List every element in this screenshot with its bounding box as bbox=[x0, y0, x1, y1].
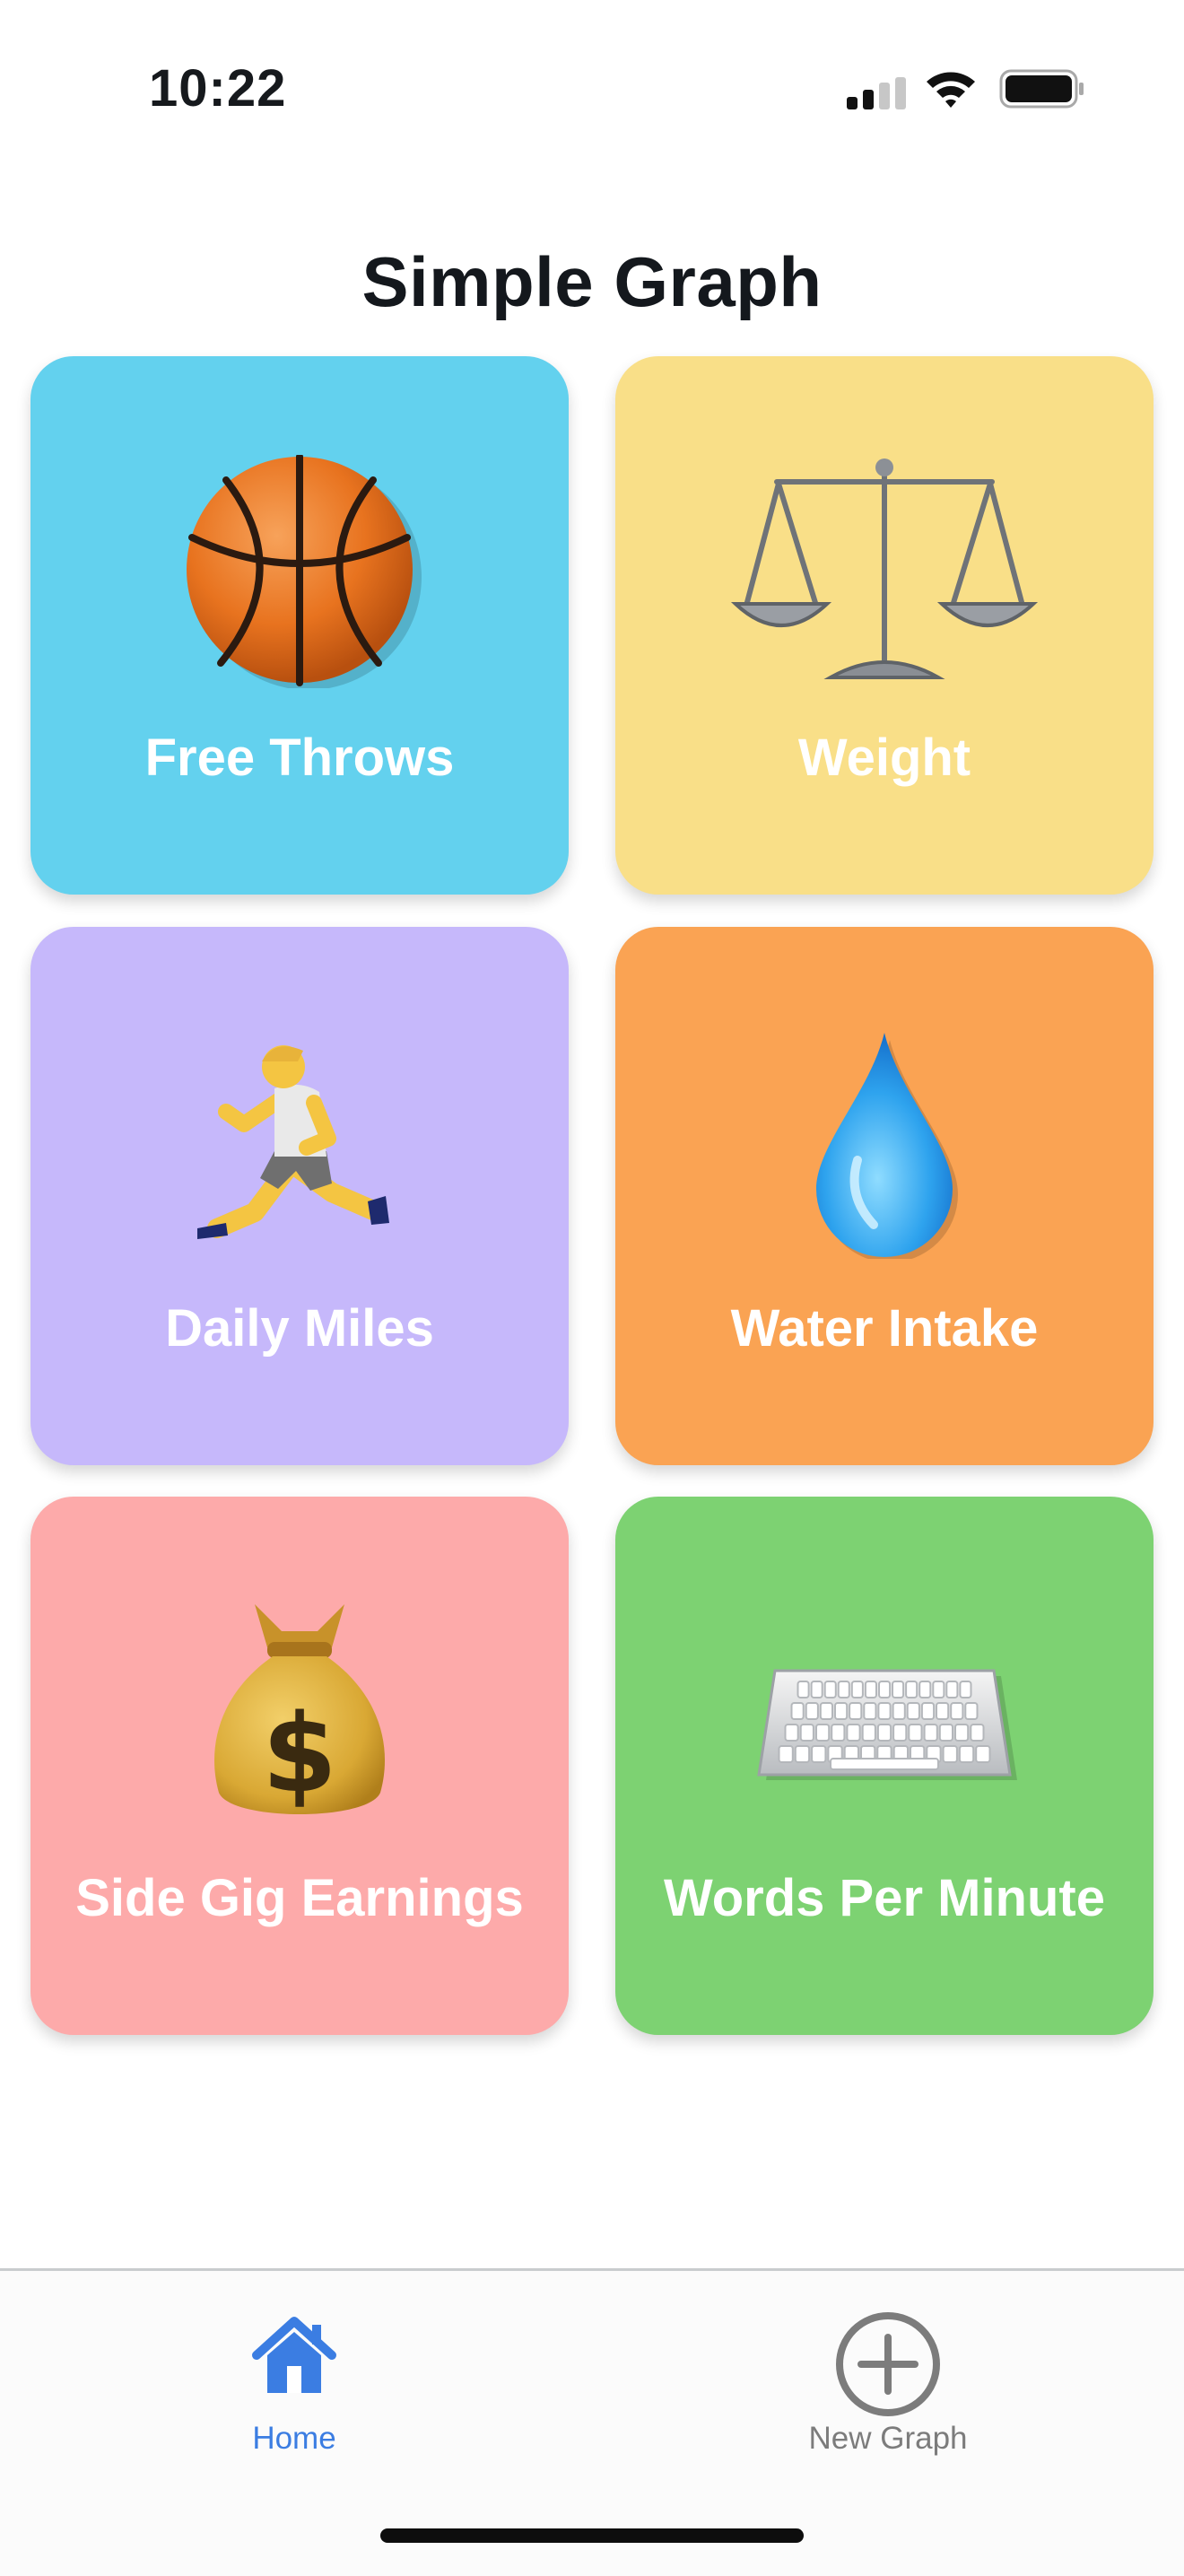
tile-label: Daily Miles bbox=[165, 1299, 434, 1358]
battery-icon bbox=[999, 69, 1084, 109]
keyboard-key bbox=[932, 1681, 945, 1698]
keyboard-key bbox=[938, 1724, 953, 1742]
keyboard-key bbox=[810, 1681, 823, 1698]
keyboard-key bbox=[784, 1724, 799, 1742]
keyboard-key bbox=[936, 1702, 950, 1720]
keyboard-key bbox=[958, 1745, 975, 1763]
keyboard-key bbox=[942, 1745, 958, 1763]
keyboard-icon bbox=[757, 1669, 1017, 1780]
graph-tile-side-gig-earnings[interactable]: $ Side Gig Earnings bbox=[30, 1497, 569, 2035]
keyboard-key bbox=[797, 1681, 810, 1698]
keyboard-key bbox=[805, 1702, 819, 1720]
house-icon bbox=[252, 2317, 336, 2393]
keyboard-key bbox=[849, 1702, 863, 1720]
keyboard-key bbox=[892, 1702, 906, 1720]
page-title: Simple Graph bbox=[361, 242, 823, 321]
keyboard-key bbox=[811, 1745, 827, 1763]
keyboard-key bbox=[799, 1724, 814, 1742]
keyboard-key bbox=[959, 1681, 972, 1698]
wifi-icon bbox=[927, 72, 975, 108]
runner-icon bbox=[197, 1045, 389, 1239]
keyboard-key bbox=[923, 1724, 938, 1742]
keyboard-key bbox=[794, 1745, 811, 1763]
graph-tile-words-per-minute[interactable]: Words Per Minute bbox=[615, 1497, 1154, 2035]
keyboard-key bbox=[819, 1702, 834, 1720]
keyboard-key bbox=[877, 1702, 892, 1720]
keyboard-key bbox=[778, 1745, 794, 1763]
keyboard-key bbox=[918, 1681, 932, 1698]
keyboard-key bbox=[876, 1724, 892, 1742]
keyboard-key bbox=[975, 1745, 991, 1763]
keyboard-key bbox=[950, 1702, 964, 1720]
status-bar-time: 10:22 bbox=[149, 59, 287, 118]
money-bag-icon: $ bbox=[214, 1604, 385, 1817]
graph-tile-weight[interactable]: Weight bbox=[615, 356, 1154, 895]
keyboard-key bbox=[945, 1681, 959, 1698]
tile-label: Water Intake bbox=[730, 1299, 1039, 1358]
keyboard-key bbox=[892, 1681, 905, 1698]
keyboard-key bbox=[906, 1702, 920, 1720]
graph-tile-water-intake[interactable]: Water Intake bbox=[615, 927, 1154, 1465]
keyboard-key bbox=[878, 1681, 892, 1698]
keyboard-key bbox=[846, 1724, 861, 1742]
keyboard-key bbox=[964, 1702, 979, 1720]
graph-tile-free-throws[interactable]: Free Throws bbox=[30, 356, 569, 895]
keyboard-key bbox=[831, 1724, 846, 1742]
keyboard-key bbox=[892, 1724, 908, 1742]
keyboard-key bbox=[908, 1724, 923, 1742]
svg-text:$: $ bbox=[262, 1692, 337, 1817]
tile-label: Side Gig Earnings bbox=[75, 1869, 524, 1927]
water-drop-icon bbox=[816, 1033, 958, 1259]
keyboard-key bbox=[861, 1724, 876, 1742]
keyboard-key bbox=[920, 1702, 936, 1720]
tab-label: New Graph bbox=[808, 2421, 968, 2456]
home-indicator bbox=[380, 2528, 804, 2543]
keyboard-key bbox=[790, 1702, 805, 1720]
plus-circle-icon bbox=[836, 2312, 940, 2416]
keyboard-key bbox=[905, 1681, 918, 1698]
keyboard-key bbox=[815, 1724, 831, 1742]
tab-new-graph[interactable]: New Graph bbox=[727, 2271, 1049, 2495]
tile-label: Words Per Minute bbox=[664, 1869, 1105, 1927]
balance-scale-icon bbox=[730, 458, 1039, 679]
tab-label: Home bbox=[252, 2421, 336, 2456]
keyboard-key bbox=[863, 1702, 877, 1720]
keyboard-key bbox=[850, 1681, 864, 1698]
keyboard-key bbox=[834, 1702, 849, 1720]
keyboard-key bbox=[864, 1681, 877, 1698]
tab-home[interactable]: Home bbox=[133, 2271, 456, 2495]
keyboard-spacebar bbox=[830, 1758, 939, 1770]
keyboard-key bbox=[823, 1681, 837, 1698]
keyboard-key bbox=[954, 1724, 970, 1742]
graph-tile-daily-miles[interactable]: Daily Miles bbox=[30, 927, 569, 1465]
tile-label: Free Throws bbox=[144, 729, 455, 787]
keyboard-key bbox=[970, 1724, 985, 1742]
basketball-icon bbox=[187, 455, 422, 688]
keyboard-key bbox=[837, 1681, 850, 1698]
cellular-signal-icon bbox=[847, 77, 906, 109]
tile-label: Weight bbox=[797, 729, 971, 787]
